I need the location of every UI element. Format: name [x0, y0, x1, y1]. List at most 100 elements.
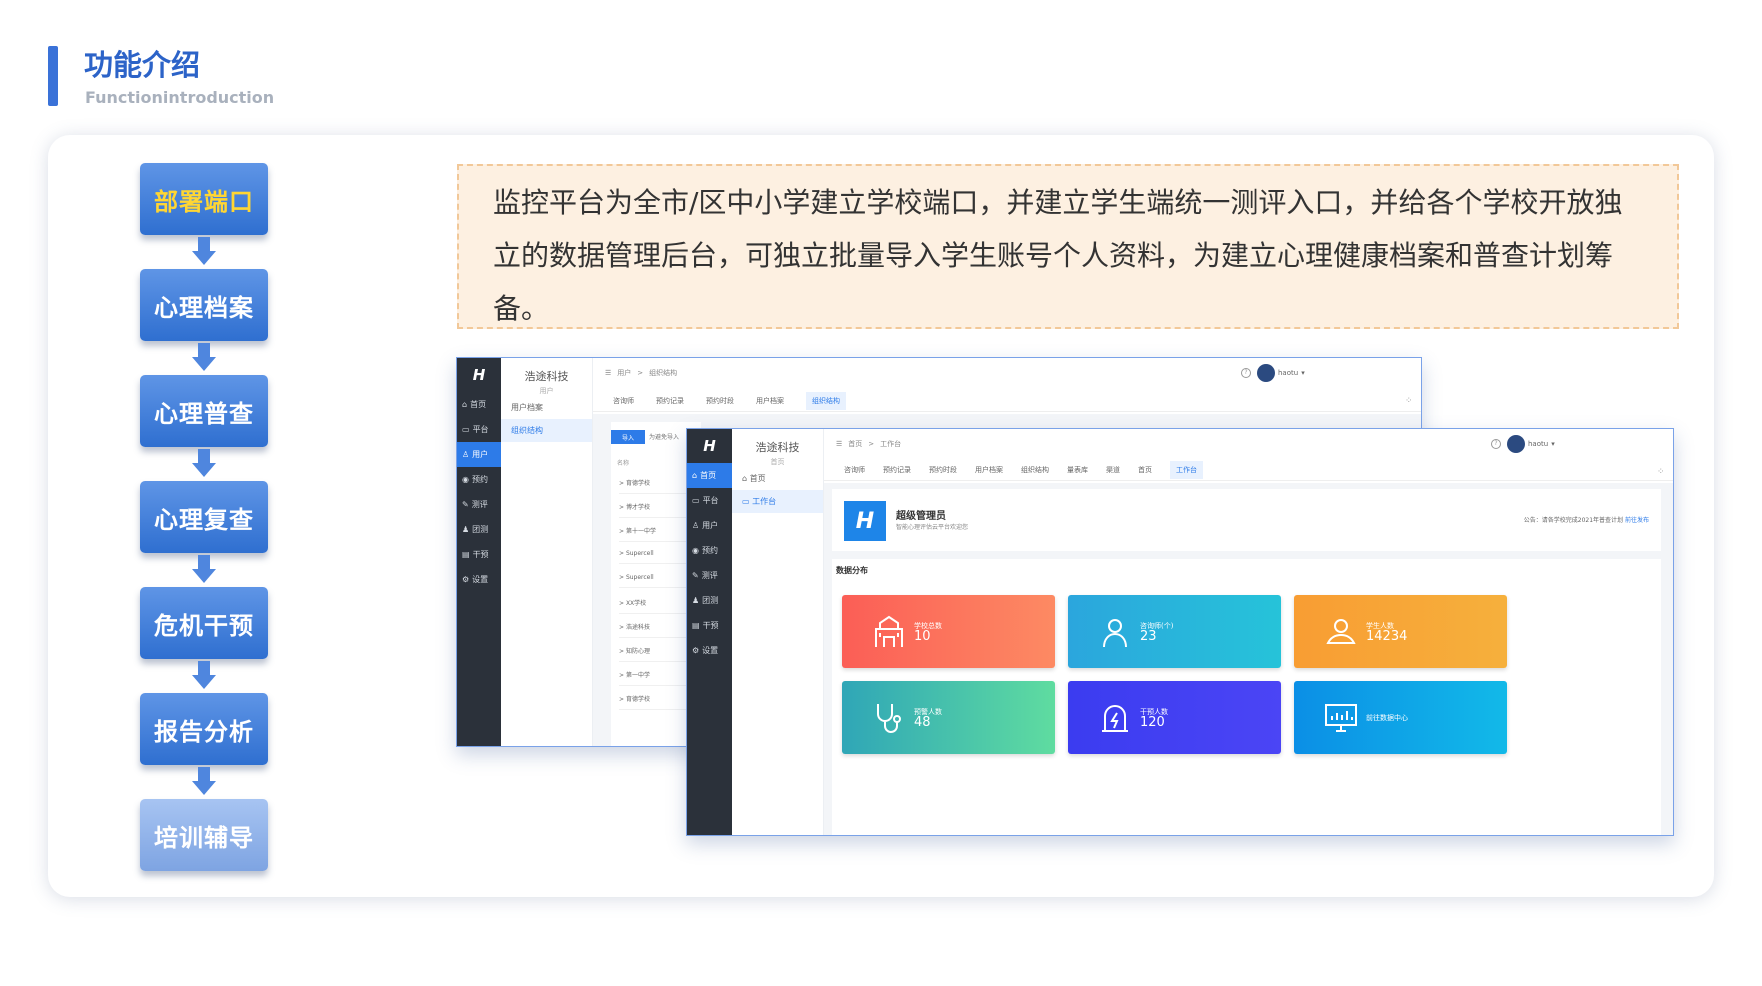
sidebar: H ⌂ 首页 ▭ 平台 ♙ 用户 ◉ 预约 ✎ 测评 ♟ 团测 ▤ 干预 ⚙ 设置	[457, 358, 501, 746]
tab-channel[interactable]: 渠道	[1106, 465, 1120, 475]
group-icon: ♟	[692, 596, 700, 605]
welcome-text: 智能心理评估云平台欢迎您	[896, 524, 969, 531]
app-logo: H	[472, 366, 486, 384]
sidebar-item-users[interactable]: ♙ 用户	[457, 442, 501, 467]
arrow-down-icon	[192, 449, 216, 477]
sidebar-item-intervene[interactable]: ▤ 干预	[687, 613, 732, 638]
tile-counselor-count[interactable]: 咨询师(个) 23	[1068, 595, 1281, 668]
sidebar-item-intervene[interactable]: ▤ 干预	[457, 542, 501, 567]
flow-step-training: 培训辅导	[140, 799, 268, 871]
flow-step-crisis: 危机干预	[140, 587, 268, 659]
doc-icon: ▤	[462, 550, 470, 559]
chevron-down-icon: ▾	[1551, 440, 1555, 448]
tab-scale-library[interactable]: 量表库	[1067, 465, 1088, 475]
submenu-item-home[interactable]: ⌂ 首页	[732, 467, 823, 490]
user-menu[interactable]: haotu ▾	[1507, 435, 1555, 453]
monitor-icon: ▭	[462, 425, 470, 434]
sidebar-item-home[interactable]: ⌂ 首页	[457, 392, 501, 417]
tab-workbench[interactable]: 工作台	[1170, 460, 1203, 479]
sidebar-item-settings[interactable]: ⚙ 设置	[457, 567, 501, 592]
user-icon: ♙	[462, 450, 470, 459]
sidebar-item-group[interactable]: ♟ 团测	[457, 517, 501, 542]
tab-org-structure[interactable]: 组织结构	[806, 391, 846, 410]
avatar	[1257, 364, 1275, 382]
flow-step-report: 报告分析	[140, 693, 268, 765]
tab-user-archive[interactable]: 用户档案	[975, 465, 1003, 475]
help-icon[interactable]: ?	[1241, 368, 1251, 378]
tab-bar: 咨询师 预约记录 预约时段 用户档案 组织结构 量表库 渠道 首页 工作台	[824, 459, 1673, 481]
user-icon: ♙	[692, 521, 700, 530]
sidebar-item-settings[interactable]: ⚙ 设置	[687, 638, 732, 663]
sidebar-item-platform[interactable]: ▭ 平台	[687, 488, 732, 513]
screenshot-dashboard: H ⌂ 首页 ▭ 平台 ♙ 用户 ◉ 预约 ✎ 测评 ♟ 团测 ▤ 干预 ⚙ 设置 浩途科技 首…	[686, 428, 1674, 836]
sidebar-item-group[interactable]: ♟ 团测	[687, 588, 732, 613]
description-box: 监控平台为全市/区中小学建立学校端口，并建立学生端统一测评入口，并给各个学校开放…	[457, 164, 1679, 329]
gear-icon: ⚙	[462, 575, 470, 584]
sidebar-item-users[interactable]: ♙ 用户	[687, 513, 732, 538]
sidebar-item-booking[interactable]: ◉ 预约	[457, 467, 501, 492]
page-title: 功能介绍	[84, 48, 201, 82]
flow-step-archive: 心理档案	[140, 269, 268, 341]
home-icon: ⌂	[462, 400, 468, 409]
import-button[interactable]: 导入	[611, 430, 645, 444]
tab-home[interactable]: 首页	[1138, 465, 1152, 475]
title-accent-bar	[48, 46, 58, 106]
arrow-down-icon	[192, 343, 216, 371]
avatar	[1507, 435, 1525, 453]
tile-intervene-count[interactable]: 干预人数 120	[1068, 681, 1281, 754]
stethoscope-icon	[877, 704, 901, 733]
sidebar-item-home[interactable]: ⌂ 首页	[687, 463, 732, 488]
sidebar-item-assess[interactable]: ✎ 测评	[457, 492, 501, 517]
admin-name: 超级管理员	[896, 511, 946, 522]
tab-booking-record[interactable]: 预约记录	[656, 396, 684, 406]
tile-warning-count[interactable]: 预警人数 48	[842, 681, 1055, 754]
home-icon: ⌂	[692, 471, 698, 480]
grid-icon[interactable]: ⁘	[1405, 396, 1413, 406]
tile-data-center[interactable]: 前往数据中心	[1294, 681, 1507, 754]
dashboard-content: H 超级管理员 智能心理评估云平台欢迎您 公告：请各学校完成2021年普查计划 …	[824, 483, 1673, 835]
brand-logo: H	[844, 501, 886, 541]
notice-link[interactable]: 前往发布	[1625, 517, 1649, 524]
tile-school-count[interactable]: 学校总数 10	[842, 595, 1055, 668]
arrow-down-icon	[192, 661, 216, 689]
submenu-item-org-structure[interactable]: 组织结构	[501, 419, 592, 442]
doc-icon: ▤	[692, 621, 700, 630]
user-menu[interactable]: haotu ▾	[1257, 364, 1305, 382]
student-icon	[1326, 619, 1356, 644]
gear-icon: ⚙	[692, 646, 700, 655]
submenu-item-workbench[interactable]: ▭ 工作台	[732, 490, 823, 513]
import-tip: 为避免导入	[649, 434, 680, 441]
welcome-panel: H 超级管理员 智能心理评估云平台欢迎您 公告：请各学校完成2021年普查计划 …	[832, 489, 1661, 551]
tab-booking-slot[interactable]: 预约时段	[706, 396, 734, 406]
pin-icon: ◉	[462, 475, 469, 484]
menu-fold-icon[interactable]: ☰	[605, 369, 611, 377]
tab-booking-record[interactable]: 预约记录	[883, 465, 911, 475]
sidebar-item-platform[interactable]: ▭ 平台	[457, 417, 501, 442]
list-header: 名称	[617, 460, 630, 467]
flow-step-survey: 心理普查	[140, 375, 268, 447]
flow-step-deploy: 部署端口	[140, 163, 268, 235]
chevron-down-icon: ▾	[1301, 369, 1305, 377]
tile-student-count[interactable]: 学生人数 14234	[1294, 595, 1507, 668]
school-icon	[875, 615, 903, 647]
sidebar-item-booking[interactable]: ◉ 预约	[687, 538, 732, 563]
menu-fold-icon[interactable]: ☰	[836, 440, 842, 448]
tab-counselor[interactable]: 咨询师	[613, 396, 634, 406]
tab-user-archive[interactable]: 用户档案	[756, 396, 784, 406]
data-distribution: 数据分布 学校总数 10 咨询师(个) 23 学生人数 14234 预警人数 4…	[832, 559, 1661, 835]
help-icon[interactable]: ?	[1491, 439, 1501, 449]
alarm-icon	[1102, 705, 1128, 732]
arrow-down-icon	[192, 237, 216, 265]
tab-counselor[interactable]: 咨询师	[844, 465, 865, 475]
grid-icon[interactable]: ⁘	[1657, 467, 1665, 477]
flow-step-recheck: 心理复查	[140, 481, 268, 553]
page-subtitle: Functionintroduction	[85, 88, 275, 107]
submenu: 浩途科技 用户 用户档案 组织结构	[501, 358, 593, 746]
sidebar-item-assess[interactable]: ✎ 测评	[687, 563, 732, 588]
submenu-item-user-archive[interactable]: 用户档案	[501, 396, 592, 419]
tab-org-structure[interactable]: 组织结构	[1021, 465, 1049, 475]
brand-section: 首页	[770, 458, 785, 466]
group-icon: ♟	[462, 525, 470, 534]
section-title: 数据分布	[836, 566, 868, 575]
tab-booking-slot[interactable]: 预约时段	[929, 465, 957, 475]
